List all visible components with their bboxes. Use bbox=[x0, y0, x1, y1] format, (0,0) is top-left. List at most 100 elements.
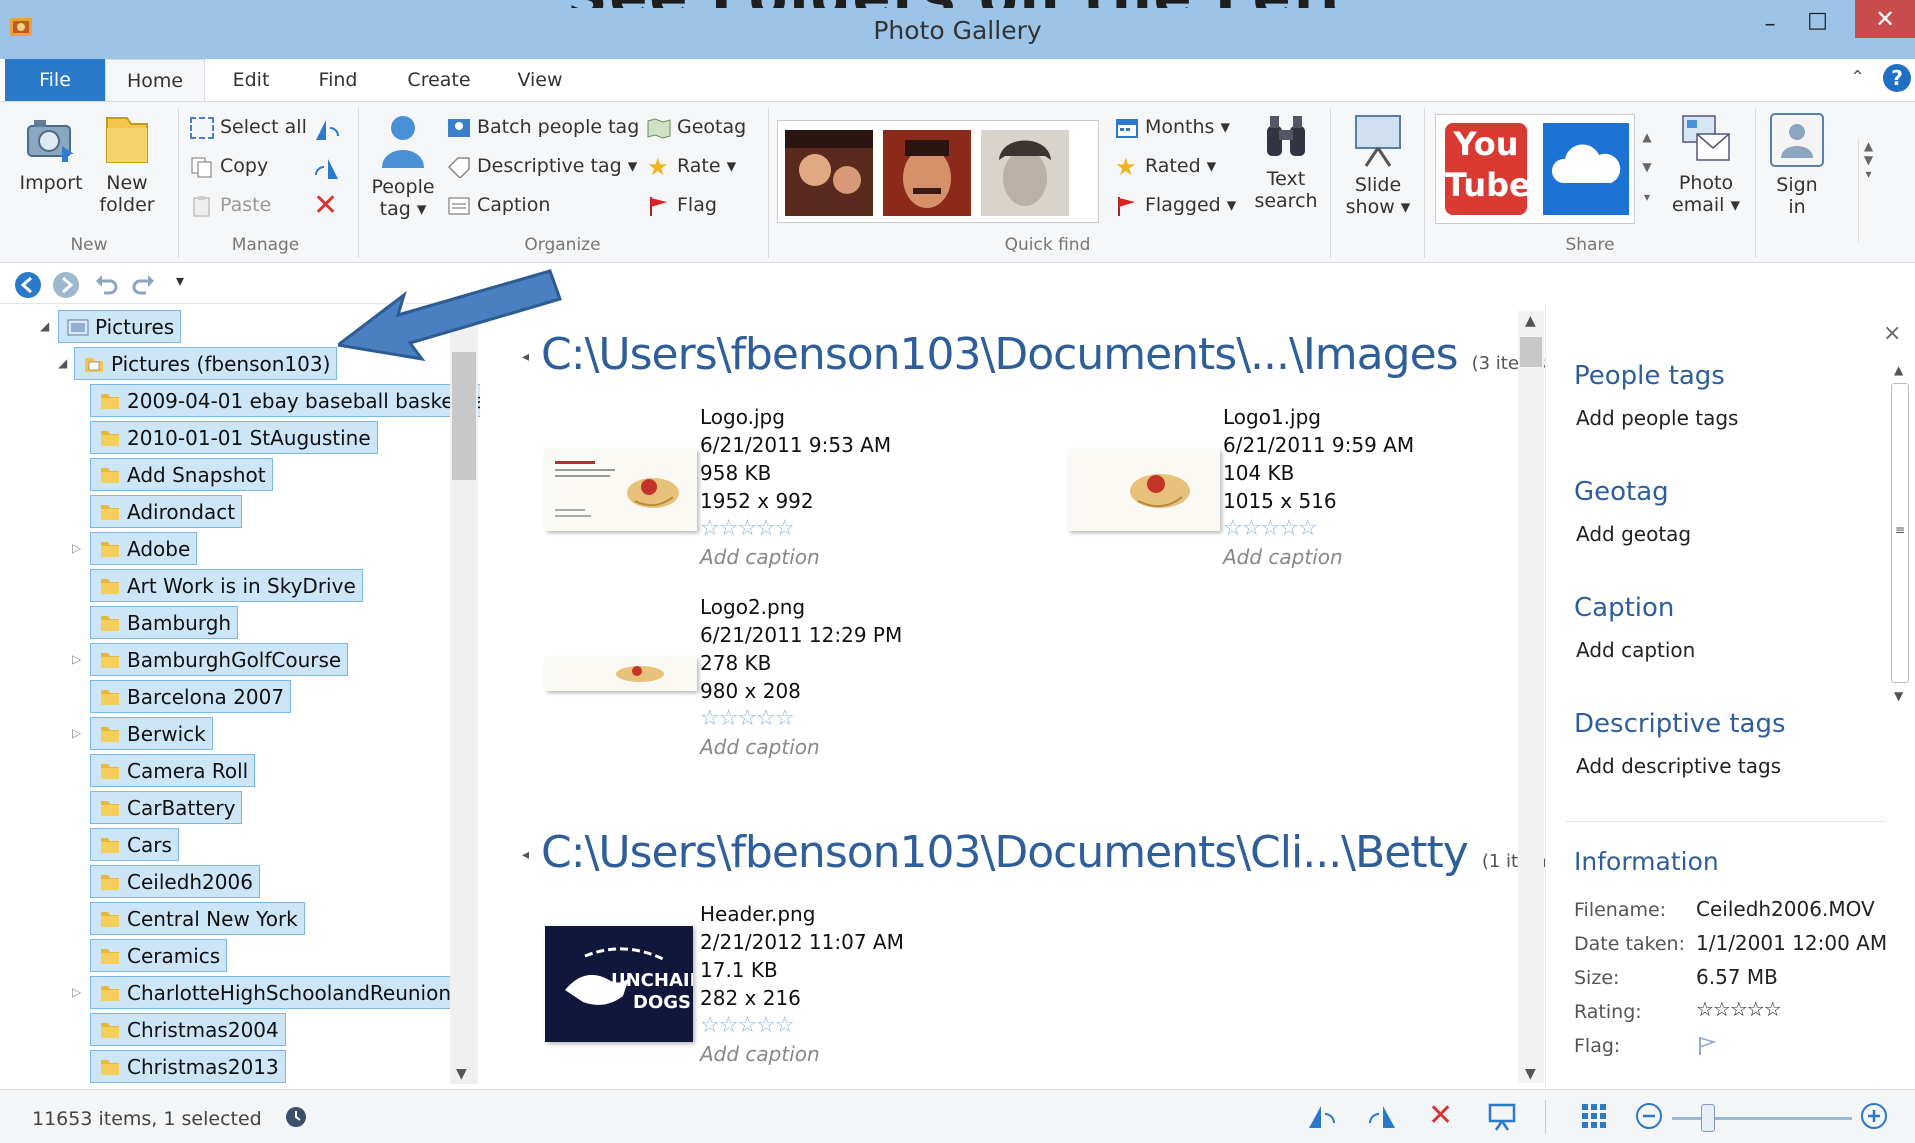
close-pane-icon[interactable]: × bbox=[1883, 321, 1901, 346]
months-button[interactable]: Months ▾ bbox=[1115, 112, 1230, 142]
rating-stars[interactable]: ☆☆☆☆☆ bbox=[700, 515, 891, 543]
main-scrollbar[interactable] bbox=[1518, 311, 1544, 1083]
slide-show-button[interactable]: Slide show ▾ bbox=[1338, 112, 1418, 218]
photo-email-button[interactable]: Photo email ▾ bbox=[1665, 112, 1747, 216]
share-scroll[interactable]: ▲ ▼ ▾ bbox=[1638, 122, 1656, 222]
geotag-button[interactable]: Geotag bbox=[647, 112, 746, 142]
rating-stars[interactable]: ☆☆☆☆☆ bbox=[700, 705, 902, 733]
tree-item-folder[interactable]: 2010-01-01 StAugustine bbox=[76, 421, 378, 454]
add-caption-link[interactable]: Add caption bbox=[700, 543, 891, 571]
rating-stars[interactable]: ☆☆☆☆☆ bbox=[1223, 515, 1414, 543]
zoom-out-icon[interactable] bbox=[1635, 1102, 1663, 1130]
tree-item-folder[interactable]: Bamburgh bbox=[76, 606, 239, 639]
quick-access-dropdown-icon[interactable]: ▾ bbox=[176, 271, 184, 290]
redo-icon[interactable] bbox=[130, 271, 158, 299]
close-button[interactable]: ✕ bbox=[1855, 0, 1915, 38]
tree-item-folder[interactable]: Christmas2004 bbox=[76, 1013, 286, 1046]
grid-view-icon[interactable] bbox=[1580, 1102, 1608, 1130]
add-descriptive-tags-link[interactable]: Add descriptive tags bbox=[1576, 754, 1781, 778]
rating-stars[interactable]: ☆☆☆☆☆ bbox=[700, 1012, 904, 1040]
tree-item-folder[interactable]: ▷ CharlotteHighSchoolandReunions bbox=[72, 976, 469, 1009]
expand-arrow-icon[interactable]: ▷ bbox=[72, 717, 81, 750]
help-icon[interactable]: ? bbox=[1883, 64, 1911, 92]
tab-file[interactable]: File bbox=[5, 59, 105, 101]
main-scrollbar-thumb[interactable] bbox=[1520, 337, 1542, 367]
copy-button[interactable]: Copy bbox=[190, 151, 268, 181]
zoom-slider-thumb[interactable] bbox=[1701, 1104, 1715, 1132]
tab-edit[interactable]: Edit bbox=[218, 59, 284, 101]
tree-item-folder[interactable]: CarBattery bbox=[76, 791, 243, 824]
tab-find[interactable]: Find bbox=[305, 59, 371, 101]
quick-find-face-thumb-1[interactable] bbox=[785, 130, 873, 216]
image-thumbnail[interactable]: UNCHAIN DOGS bbox=[545, 926, 705, 1042]
caption-button[interactable]: Caption bbox=[447, 190, 550, 220]
quick-find-face-thumb-2[interactable] bbox=[883, 130, 971, 216]
rotate-right-icon[interactable] bbox=[312, 155, 342, 183]
tree-item-folder[interactable]: Christmas2013 bbox=[76, 1050, 286, 1083]
back-icon[interactable] bbox=[14, 271, 42, 299]
add-people-tags-link[interactable]: Add people tags bbox=[1576, 406, 1738, 430]
slide-show-status-icon[interactable] bbox=[1487, 1102, 1517, 1132]
tab-view[interactable]: View bbox=[505, 59, 575, 101]
add-caption-link[interactable]: Add caption bbox=[700, 733, 902, 761]
main-scroll-down-icon[interactable]: ▼ bbox=[1525, 1066, 1536, 1082]
tree-item-folder[interactable]: Adirondact bbox=[76, 495, 243, 528]
tree-item-folder[interactable]: ▷ Berwick bbox=[72, 717, 213, 750]
undo-icon[interactable] bbox=[92, 271, 120, 299]
group-header-images[interactable]: ◂ C:\Users\fbenson103\Documents\...\Imag… bbox=[522, 329, 1553, 380]
add-caption-pane-link[interactable]: Add caption bbox=[1576, 638, 1695, 662]
onedrive-button[interactable] bbox=[1543, 123, 1629, 215]
rotate-left-status-icon[interactable] bbox=[1305, 1102, 1339, 1132]
clock-icon[interactable] bbox=[285, 1106, 307, 1128]
new-folder-button[interactable]: New folder bbox=[92, 112, 162, 216]
quick-find-gallery[interactable]: ▲ ▼ ▾ bbox=[777, 120, 1873, 242]
rotate-left-icon[interactable] bbox=[312, 116, 342, 144]
minimize-button[interactable]: – bbox=[1745, 12, 1795, 52]
add-geotag-link[interactable]: Add geotag bbox=[1576, 522, 1691, 546]
tree-item-folder[interactable]: Central New York bbox=[76, 902, 305, 935]
expand-arrow-icon[interactable]: ▷ bbox=[72, 532, 81, 565]
rating-value[interactable]: ☆☆☆☆☆ bbox=[1696, 997, 1782, 1021]
paste-button[interactable]: Paste bbox=[190, 190, 271, 220]
add-caption-link[interactable]: Add caption bbox=[1223, 543, 1414, 571]
quick-find-scroll[interactable]: ▲ ▼ ▾ bbox=[1858, 139, 1878, 242]
rated-button[interactable]: ★ Rated ▾ bbox=[1115, 151, 1216, 181]
tree-item-pictures-library[interactable]: ◢ Pictures (fbenson103) bbox=[58, 347, 338, 380]
add-caption-link[interactable]: Add caption bbox=[700, 1040, 904, 1068]
tree-item-folder[interactable]: Camera Roll bbox=[76, 754, 256, 787]
tree-item-folder[interactable]: ▷ Adobe bbox=[72, 532, 198, 565]
delete-status-icon[interactable]: ✕ bbox=[1428, 1098, 1453, 1133]
sign-in-button[interactable]: Sign in bbox=[1762, 112, 1832, 218]
tree-item-folder[interactable]: Add Snapshot bbox=[76, 458, 273, 491]
image-thumbnail[interactable] bbox=[545, 449, 697, 531]
batch-people-tag-button[interactable]: Batch people tag bbox=[447, 112, 639, 142]
tree-item-folder[interactable]: Art Work is in SkyDrive bbox=[76, 569, 363, 602]
image-thumbnail[interactable] bbox=[1068, 449, 1220, 531]
youtube-button[interactable]: You Tube bbox=[1445, 123, 1531, 215]
zoom-slider[interactable] bbox=[1672, 1117, 1852, 1120]
quick-find-face-thumb-3[interactable] bbox=[981, 130, 1069, 216]
flag-button[interactable]: Flag bbox=[647, 190, 717, 220]
group-header-betty[interactable]: ◂ C:\Users\fbenson103\Documents\Cli...\B… bbox=[522, 827, 1554, 878]
expand-arrow-icon[interactable]: ▷ bbox=[72, 976, 81, 1009]
info-pane-scrollbar[interactable]: ▲ ≡ ▼ bbox=[1888, 363, 1914, 703]
delete-icon[interactable]: ✕ bbox=[313, 188, 338, 223]
tree-item-folder[interactable]: 2009-04-01 ebay baseball basketba bbox=[76, 384, 490, 417]
main-scroll-up-icon[interactable]: ▲ bbox=[1525, 313, 1536, 329]
tab-create[interactable]: Create bbox=[398, 59, 480, 101]
rate-button[interactable]: ★ Rate ▾ bbox=[647, 151, 736, 181]
tab-home[interactable]: Home bbox=[105, 59, 205, 102]
import-button[interactable]: Import bbox=[14, 112, 88, 194]
select-all-button[interactable]: Select all bbox=[190, 112, 307, 142]
flagged-button[interactable]: Flagged ▾ bbox=[1115, 190, 1236, 220]
tree-item-folder[interactable]: Ceiledh2006 bbox=[76, 865, 260, 898]
people-tag-button[interactable]: People tag ▾ bbox=[364, 112, 442, 220]
collapse-ribbon-icon[interactable]: ⌃ bbox=[1850, 67, 1865, 88]
descriptive-tag-button[interactable]: Descriptive tag ▾ bbox=[447, 151, 637, 181]
tree-item-folder[interactable]: Ceramics bbox=[76, 939, 228, 972]
image-thumbnail[interactable] bbox=[545, 657, 697, 691]
flag-outline-icon[interactable] bbox=[1696, 1035, 1718, 1057]
maximize-button[interactable]: □ bbox=[1795, 8, 1840, 48]
tree-item-pictures-root[interactable]: ◢ Pictures bbox=[40, 310, 182, 343]
rotate-right-status-icon[interactable] bbox=[1365, 1102, 1399, 1132]
